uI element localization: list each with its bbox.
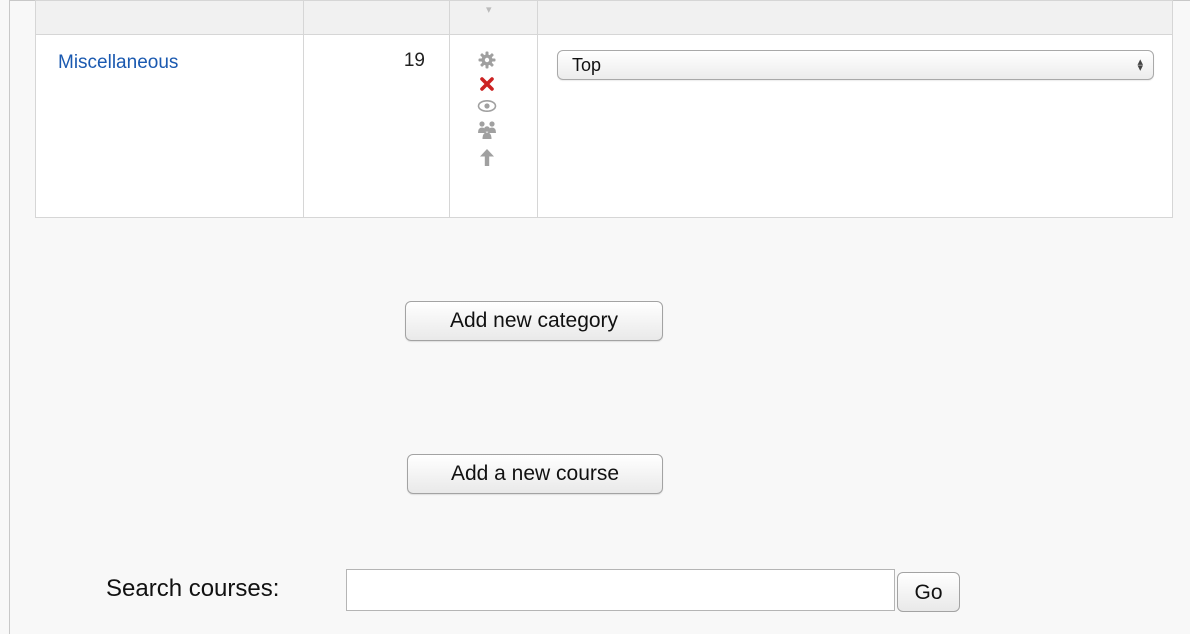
add-new-category-button[interactable]: Add new category — [405, 301, 663, 341]
delete-icon[interactable] — [479, 76, 495, 92]
arrow-up-icon[interactable] — [478, 147, 496, 167]
category-name-cell: Miscellaneous — [35, 34, 304, 218]
course-count: 19 — [403, 50, 425, 71]
categories-table: ▾ Miscellaneous 19 Top ▴ ▾ — [35, 0, 1173, 218]
header-cell-edit: ▾ — [449, 0, 538, 35]
search-courses-label: Search courses: — [106, 575, 280, 602]
sort-arrow-icon: ▾ — [486, 4, 492, 16]
table-row: Miscellaneous 19 Top ▴ ▾ — [35, 34, 1173, 218]
table-header-row: ▾ — [35, 0, 1173, 35]
parent-category-select[interactable]: Top ▴ ▾ — [557, 50, 1154, 80]
gear-icon[interactable] — [478, 51, 496, 69]
course-count-cell: 19 — [303, 34, 450, 218]
header-cell-move — [537, 0, 1173, 35]
go-button[interactable]: Go — [897, 572, 960, 612]
parent-select-cell: Top ▴ ▾ — [537, 34, 1173, 218]
header-cell-category — [35, 0, 304, 35]
eye-icon[interactable] — [477, 99, 497, 113]
add-new-course-button[interactable]: Add a new course — [407, 454, 663, 494]
category-link[interactable]: Miscellaneous — [58, 52, 303, 74]
actions-cell — [449, 34, 538, 218]
header-cell-courses — [303, 0, 450, 35]
parent-select-value: Top — [572, 54, 602, 75]
select-arrows-icon: ▴ ▾ — [1137, 56, 1143, 74]
users-icon[interactable] — [476, 120, 498, 140]
search-courses-input[interactable] — [346, 569, 895, 611]
action-icons — [436, 35, 537, 167]
